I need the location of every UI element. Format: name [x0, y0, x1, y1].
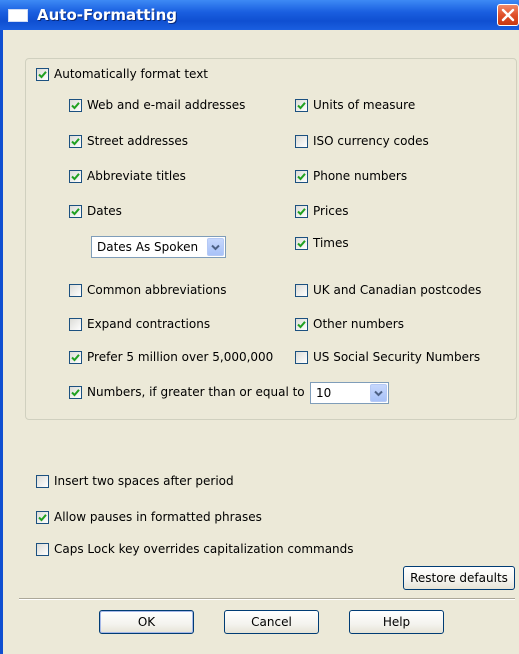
prices-checkbox[interactable]: Prices [295, 204, 349, 218]
checkbox-label: Phone numbers [313, 169, 408, 183]
title-bar[interactable]: Auto-Formatting [0, 0, 519, 30]
checkbox-box [295, 283, 308, 297]
check-icon [38, 70, 47, 78]
check-icon [71, 137, 80, 145]
checkbox-box [36, 67, 49, 81]
checkbox-box [295, 350, 308, 364]
expand-contractions-checkbox[interactable]: Expand contractions [69, 317, 210, 331]
other-numbers-checkbox[interactable]: Other numbers [295, 317, 404, 331]
uk-canadian-postcodes-checkbox[interactable]: UK and Canadian postcodes [295, 283, 481, 297]
checkbox-label: Numbers, if greater than or equal to [87, 385, 305, 399]
checkbox-box [69, 169, 82, 183]
iso-currency-codes-checkbox[interactable]: ISO currency codes [295, 134, 429, 148]
checkbox-box [295, 236, 308, 250]
numbers-threshold-dropdown[interactable]: 10 [310, 382, 389, 404]
checkbox-label: Times [313, 236, 349, 250]
close-icon [501, 8, 515, 22]
checkbox-label: Caps Lock key overrides capitalization c… [54, 542, 354, 556]
dropdown-arrow-button[interactable] [207, 238, 224, 256]
checkbox-label: Units of measure [313, 98, 416, 112]
auto-formatting-dialog: Auto-Formatting Automatically format tex… [0, 0, 519, 654]
automatically-format-text-label: Automatically format text [54, 67, 209, 81]
chevron-down-icon [211, 244, 220, 251]
web-email-addresses-checkbox[interactable]: Web and e-mail addresses [69, 98, 245, 112]
checkbox-label: Web and e-mail addresses [87, 98, 246, 112]
checkbox-label: Expand contractions [87, 317, 211, 331]
checkbox-box [295, 134, 308, 148]
checkbox-label: US Social Security Numbers [313, 350, 481, 364]
insert-two-spaces-checkbox[interactable]: Insert two spaces after period [36, 474, 234, 488]
checkbox-box [69, 317, 82, 331]
checkbox-label: Prices [313, 204, 349, 218]
check-icon [297, 320, 306, 328]
automatically-format-text-checkbox[interactable]: Automatically format text [36, 67, 208, 81]
checkbox-box [295, 169, 308, 183]
abbreviate-titles-checkbox[interactable]: Abbreviate titles [69, 169, 186, 183]
units-of-measure-checkbox[interactable]: Units of measure [295, 98, 415, 112]
check-icon [297, 101, 306, 109]
checkbox-box [295, 98, 308, 112]
check-icon [297, 207, 306, 215]
dropdown-value: Dates As Spoken [97, 240, 199, 254]
checkbox-label: Common abbreviations [87, 283, 227, 297]
check-icon [71, 172, 80, 180]
ok-button[interactable]: OK [99, 610, 194, 634]
checkbox-label: Abbreviate titles [87, 169, 186, 183]
checkbox-label: Street addresses [87, 134, 189, 148]
checkbox-label: UK and Canadian postcodes [313, 283, 482, 297]
window-title: Auto-Formatting [37, 6, 177, 24]
checkbox-box [69, 134, 82, 148]
dropdown-value: 10 [316, 386, 332, 400]
dates-format-dropdown[interactable]: Dates As Spoken [91, 236, 226, 258]
common-abbreviations-checkbox[interactable]: Common abbreviations [69, 283, 227, 297]
dialog-body: Automatically format text Web and e-mail… [0, 30, 519, 654]
cancel-button[interactable]: Cancel [224, 610, 319, 634]
times-checkbox[interactable]: Times [295, 236, 349, 250]
street-addresses-checkbox[interactable]: Street addresses [69, 134, 188, 148]
checkbox-box [295, 317, 308, 331]
checkbox-label: Other numbers [313, 317, 404, 331]
checkbox-box [36, 542, 49, 556]
button-separator [19, 598, 515, 600]
phone-numbers-checkbox[interactable]: Phone numbers [295, 169, 407, 183]
checkbox-box [69, 283, 82, 297]
check-icon [38, 513, 47, 521]
check-icon [71, 353, 80, 361]
numbers-greater-than-checkbox[interactable]: Numbers, if greater than or equal to [69, 385, 305, 399]
restore-defaults-button[interactable]: Restore defaults [403, 566, 515, 590]
checkbox-box [295, 204, 308, 218]
check-icon [71, 388, 80, 396]
checkbox-label: Dates [87, 204, 122, 218]
checkbox-box [69, 98, 82, 112]
check-icon [71, 101, 80, 109]
checkbox-label: Allow pauses in formatted phrases [54, 510, 262, 524]
check-icon [297, 239, 306, 247]
chevron-down-icon [374, 390, 383, 397]
prefer-5-million-checkbox[interactable]: Prefer 5 million over 5,000,000 [69, 350, 273, 364]
checkbox-box [36, 510, 49, 524]
close-button[interactable] [497, 4, 519, 26]
checkbox-box [69, 350, 82, 364]
us-social-security-numbers-checkbox[interactable]: US Social Security Numbers [295, 350, 480, 364]
dates-checkbox[interactable]: Dates [69, 204, 122, 218]
checkbox-box [69, 385, 82, 399]
allow-pauses-checkbox[interactable]: Allow pauses in formatted phrases [36, 510, 262, 524]
dropdown-arrow-button[interactable] [370, 384, 387, 402]
check-icon [297, 172, 306, 180]
help-button[interactable]: Help [349, 610, 444, 634]
window-icon [8, 9, 28, 22]
checkbox-label: Prefer 5 million over 5,000,000 [87, 350, 274, 364]
caps-lock-overrides-checkbox[interactable]: Caps Lock key overrides capitalization c… [36, 542, 354, 556]
checkbox-label: Insert two spaces after period [54, 474, 234, 488]
checkbox-box [36, 474, 49, 488]
checkbox-box [69, 204, 82, 218]
check-icon [71, 207, 80, 215]
checkbox-label: ISO currency codes [313, 134, 429, 148]
